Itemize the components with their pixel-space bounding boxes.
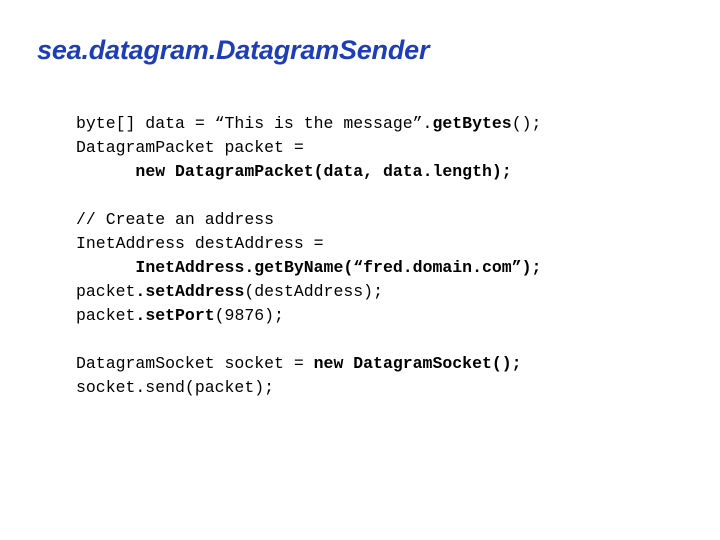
code-token: (destAddress); (244, 282, 383, 301)
code-token: (); (511, 114, 542, 133)
slide: sea.datagram.DatagramSender byte[] data … (0, 0, 720, 540)
code-token: byte[] data = “This is the message”. (76, 114, 433, 133)
code-line: InetAddress destAddress = (76, 232, 676, 256)
code-token: (9876); (214, 306, 284, 325)
code-line: DatagramSocket socket = new DatagramSock… (76, 352, 676, 376)
code-token: DatagramSocket socket = (76, 354, 314, 373)
code-token-bold: getBytes (432, 114, 512, 133)
code-token: // Create an address (76, 210, 275, 229)
code-line: socket.send(packet); (76, 376, 676, 400)
code-line: byte[] data = “This is the message”.getB… (76, 112, 676, 136)
code-token-bold: .setAddress (135, 282, 245, 301)
code-token: InetAddress destAddress = (76, 234, 324, 253)
code-token: DatagramPacket packet = (76, 138, 304, 157)
code-token-bold: new DatagramSocket(); (313, 354, 522, 373)
code-block: byte[] data = “This is the message”.getB… (76, 112, 676, 400)
code-line: DatagramPacket packet = (76, 136, 676, 160)
code-token: packet (76, 306, 136, 325)
code-token-bold: .setPort (135, 306, 215, 325)
code-line: new DatagramPacket(data, data.length); (76, 160, 676, 184)
code-line: packet.setPort(9876); (76, 304, 676, 328)
code-line: InetAddress.getByName(“fred.domain.com”)… (76, 256, 676, 280)
code-line: packet.setAddress(destAddress); (76, 280, 676, 304)
page-title: sea.datagram.DatagramSender (37, 35, 430, 65)
code-token-bold: new DatagramPacket(data, data.length); (135, 162, 512, 181)
code-token-bold: InetAddress.getByName(“fred.domain.com”)… (135, 258, 542, 277)
code-token: socket.send(packet); (76, 378, 275, 397)
code-line: // Create an address (76, 208, 676, 232)
code-token: packet (76, 282, 136, 301)
